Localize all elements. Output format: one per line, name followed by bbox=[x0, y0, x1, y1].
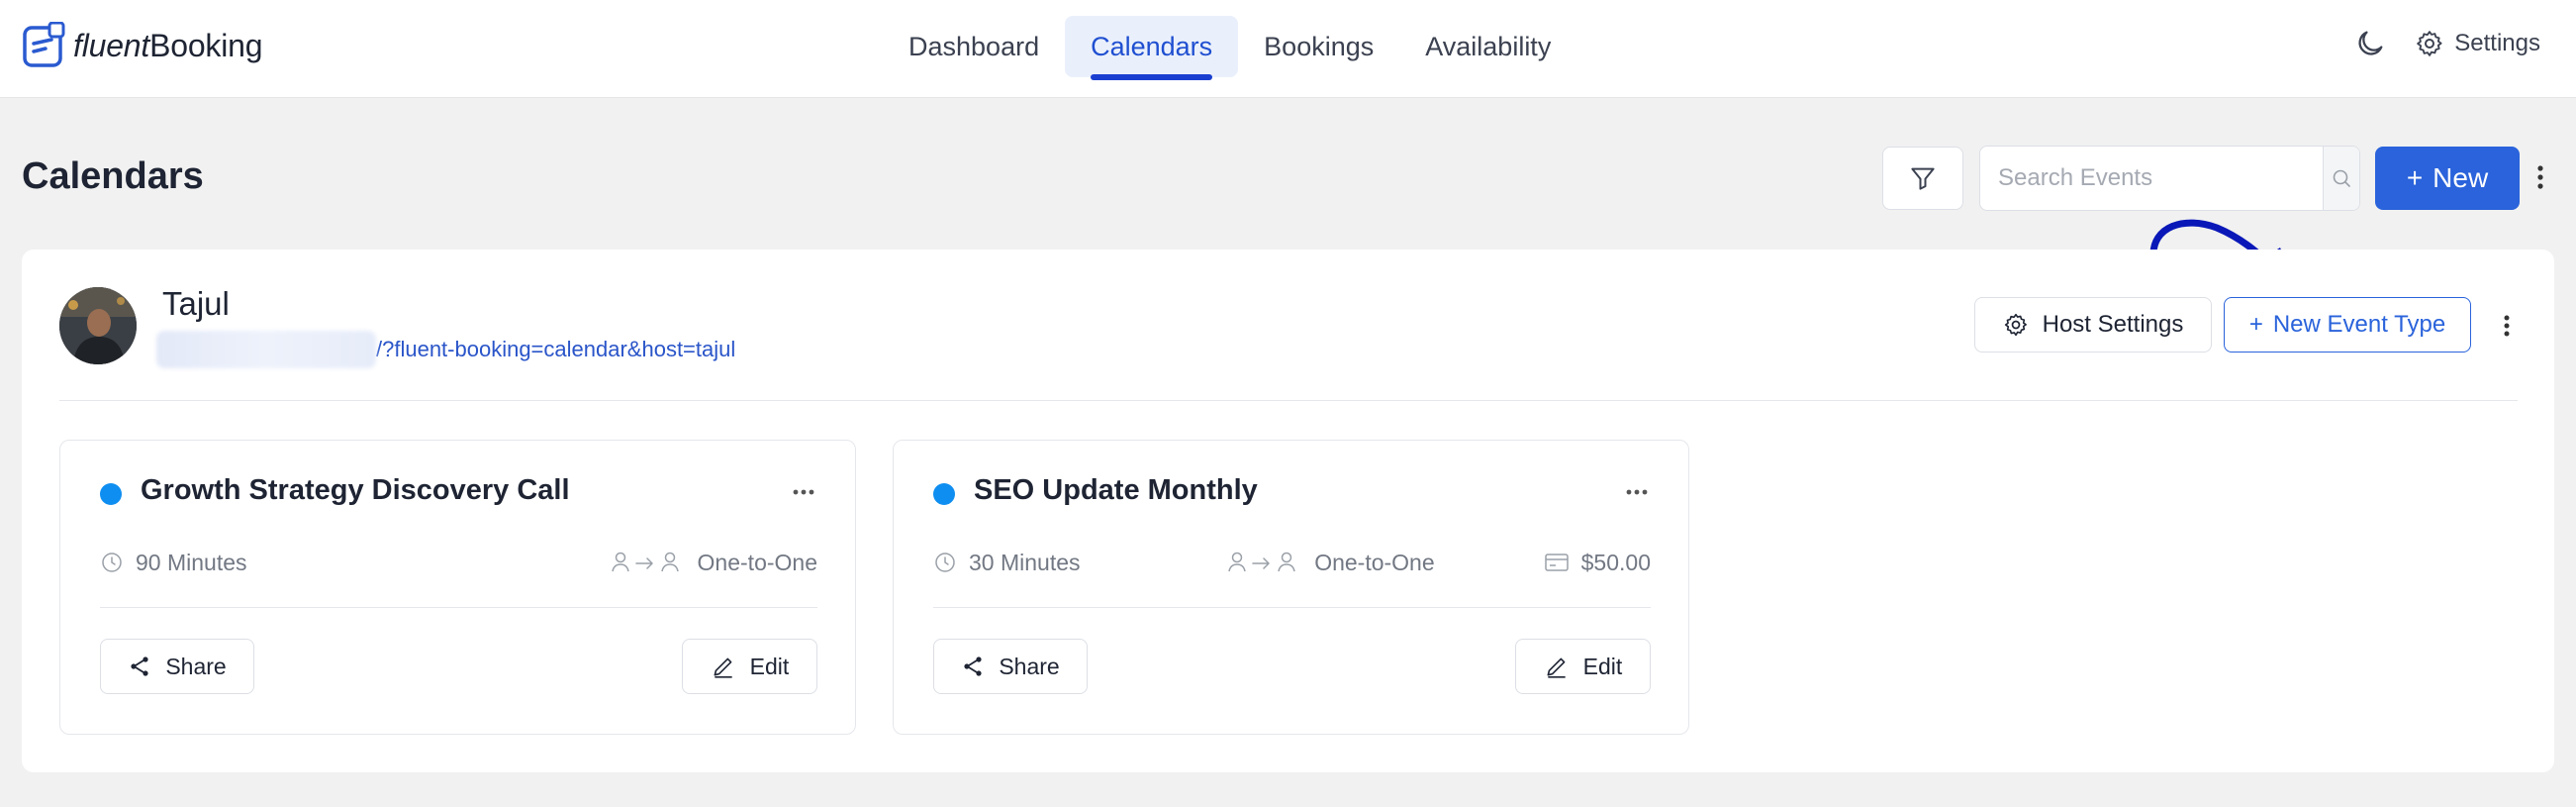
nav-bookings[interactable]: Bookings bbox=[1238, 16, 1399, 77]
host-booking-link[interactable]: /?fluent-booking=calendar&host=tajul bbox=[156, 331, 735, 368]
pencil-icon bbox=[714, 657, 732, 678]
event-type: One-to-One bbox=[611, 550, 817, 576]
plus-icon: + bbox=[2248, 311, 2263, 338]
credit-card-icon bbox=[1544, 554, 1569, 571]
event-type: One-to-One bbox=[1227, 550, 1435, 576]
event-more-icon[interactable] bbox=[792, 488, 815, 496]
settings-link[interactable]: Settings bbox=[2415, 29, 2540, 58]
calendar-card: Tajul /?fluent-booking=calendar&host=taj… bbox=[22, 250, 2554, 772]
event-more-icon[interactable] bbox=[1625, 488, 1649, 496]
filter-button[interactable] bbox=[1882, 147, 1963, 210]
host-name: Tajul bbox=[162, 285, 230, 322]
new-calendar-button[interactable]: + New bbox=[2375, 147, 2520, 210]
clock-icon bbox=[102, 553, 122, 572]
fluentbooking-logo[interactable]: fluentBooking bbox=[22, 22, 263, 69]
edit-button[interactable]: Edit bbox=[682, 639, 817, 694]
page-title: Calendars bbox=[22, 155, 204, 197]
search-events bbox=[1979, 146, 2360, 211]
search-button[interactable] bbox=[2323, 147, 2359, 210]
top-right-actions: Settings bbox=[2353, 27, 2540, 60]
main-nav: Dashboard Calendars Bookings Availabilit… bbox=[883, 16, 1576, 80]
moon-icon[interactable] bbox=[2353, 27, 2387, 60]
event-status-dot bbox=[933, 483, 955, 505]
event-duration: 30 Minutes bbox=[933, 550, 1081, 576]
host-more-options-icon[interactable] bbox=[2502, 313, 2512, 339]
share-icon bbox=[964, 656, 982, 676]
event-duration: 90 Minutes bbox=[100, 550, 247, 576]
pencil-icon bbox=[1547, 657, 1566, 678]
one-to-one-icon bbox=[611, 552, 679, 572]
logo-text: fluentBooking bbox=[73, 27, 263, 63]
fluentbooking-logo-icon bbox=[23, 22, 65, 67]
gear-icon bbox=[2417, 31, 2442, 56]
gear-icon bbox=[2004, 313, 2027, 337]
page-more-options-icon[interactable] bbox=[2535, 162, 2545, 192]
top-bar: fluentBooking Dashboard Calendars Bookin… bbox=[0, 0, 2576, 98]
event-meta: 90 Minutes One-to-One bbox=[100, 545, 817, 580]
clock-icon bbox=[935, 553, 955, 572]
event-divider bbox=[100, 607, 817, 608]
settings-label: Settings bbox=[2454, 30, 2540, 56]
event-card: Growth Strategy Discovery Call 90 Minute… bbox=[59, 440, 856, 735]
active-tab-indicator bbox=[1091, 74, 1213, 80]
one-to-one-icon bbox=[1228, 552, 1295, 572]
redacted-url-part bbox=[156, 331, 376, 368]
event-meta: 30 Minutes One-to-One $50.00 bbox=[933, 545, 1651, 580]
host-settings-button[interactable]: Host Settings bbox=[1974, 297, 2212, 353]
host-avatar bbox=[59, 287, 137, 364]
card-divider bbox=[59, 400, 2518, 401]
event-card: SEO Update Monthly 30 Minutes One-to-One… bbox=[893, 440, 1689, 735]
share-button[interactable]: Share bbox=[933, 639, 1088, 694]
event-price: $50.00 bbox=[1544, 550, 1651, 576]
new-event-type-button[interactable]: + New Event Type bbox=[2224, 297, 2471, 353]
filter-icon bbox=[1911, 167, 1935, 190]
search-input[interactable] bbox=[1980, 147, 2323, 210]
nav-calendars[interactable]: Calendars bbox=[1065, 16, 1239, 80]
share-icon bbox=[131, 656, 148, 676]
share-button[interactable]: Share bbox=[100, 639, 254, 694]
plus-icon: + bbox=[2406, 162, 2424, 193]
nav-dashboard[interactable]: Dashboard bbox=[883, 16, 1065, 77]
event-title[interactable]: Growth Strategy Discovery Call bbox=[141, 474, 570, 507]
event-divider bbox=[933, 607, 1651, 608]
nav-availability[interactable]: Availability bbox=[1399, 16, 1576, 77]
edit-button[interactable]: Edit bbox=[1515, 639, 1651, 694]
search-icon bbox=[2333, 169, 2350, 187]
event-status-dot bbox=[100, 483, 122, 505]
event-title[interactable]: SEO Update Monthly bbox=[974, 474, 1258, 507]
